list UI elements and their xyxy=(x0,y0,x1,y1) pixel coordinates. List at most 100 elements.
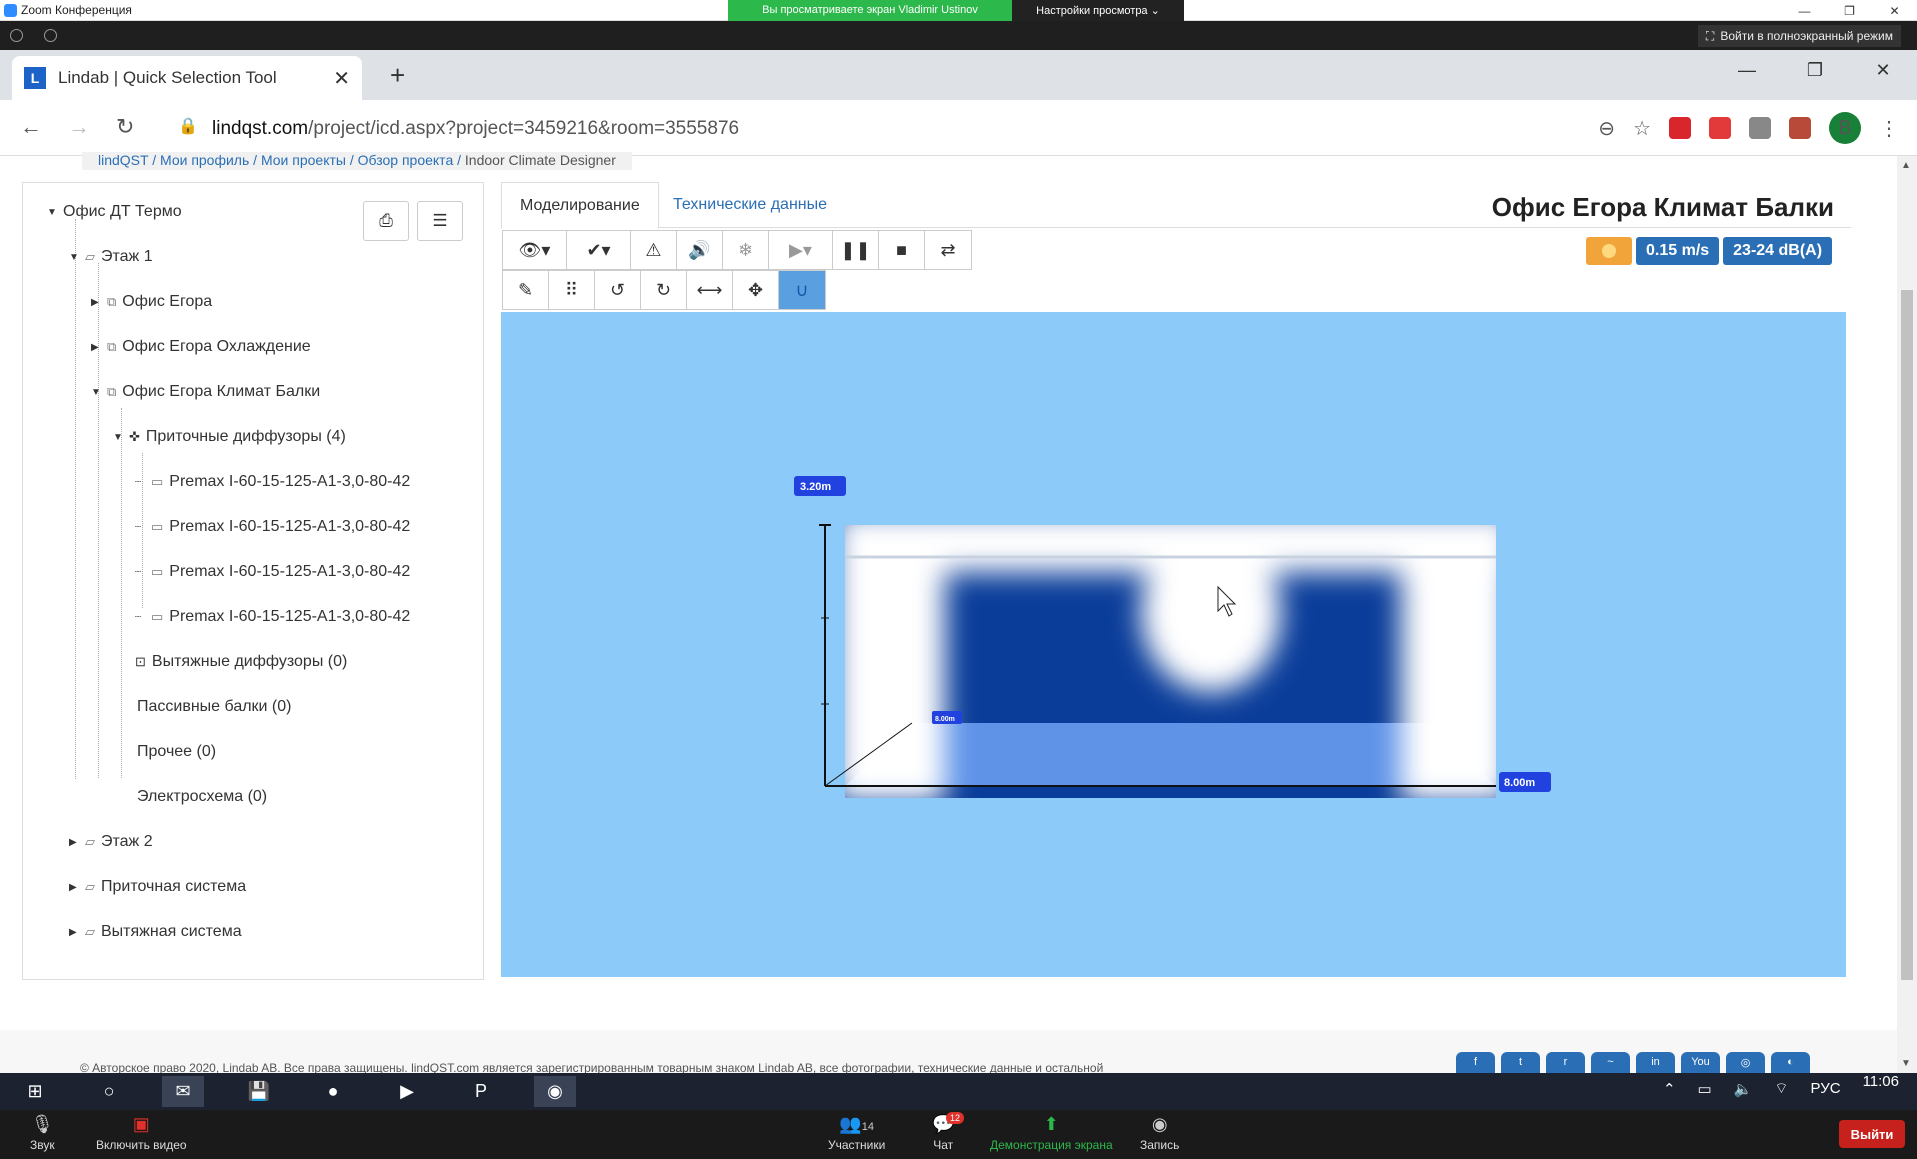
fullscreen-button[interactable]: ⛶ Войти в полноэкранный режим xyxy=(1697,25,1901,47)
rotate-cw-button[interactable]: ↻ xyxy=(641,271,687,309)
warning-button[interactable]: ⚠ xyxy=(631,231,677,269)
chrome-icon[interactable]: ◉ xyxy=(534,1076,576,1107)
extension-icon[interactable] xyxy=(1669,117,1691,139)
tree-node-floor[interactable]: ▶ ▱ Этаж 2 xyxy=(69,833,153,851)
tree-node-passive[interactable]: Пассивные балки (0) xyxy=(137,698,291,716)
tray-expand-icon[interactable]: ⌃ xyxy=(1663,1080,1676,1098)
resize-button[interactable]: ⟷ xyxy=(687,271,733,309)
expand-icon[interactable]: ▶ xyxy=(69,882,79,893)
clock[interactable]: 11:06 xyxy=(1863,1073,1899,1090)
tree-node-electrical[interactable]: Электросхема (0) xyxy=(137,788,267,806)
search-icon[interactable]: ○ xyxy=(88,1076,130,1107)
view-dropdown-button[interactable]: 👁▾ xyxy=(503,231,567,269)
forward-icon[interactable]: → xyxy=(68,114,90,140)
tree-node-other[interactable]: Прочее (0) xyxy=(137,743,216,761)
expand-icon[interactable]: ▶ xyxy=(69,837,79,848)
zoom-out-icon[interactable]: ⊖ xyxy=(1598,116,1615,141)
cooling-button[interactable]: ❄ xyxy=(723,231,769,269)
tree-node-system[interactable]: ▶ ▱ Приточная система xyxy=(69,878,246,896)
shield-icon[interactable] xyxy=(44,29,57,42)
tree-node-system[interactable]: ▶ ▱ Вытяжная система xyxy=(69,923,242,941)
restore-icon[interactable]: ❐ xyxy=(1827,0,1872,21)
tab-technical-data[interactable]: Технические данные xyxy=(673,196,827,214)
rss-icon[interactable]: r xyxy=(1546,1052,1585,1074)
move-button[interactable]: ✥ xyxy=(733,271,779,309)
chat-button[interactable]: 💬 12 Чат xyxy=(932,1112,965,1152)
youtube-icon[interactable]: You xyxy=(1681,1052,1720,1074)
tree-node-exhaust[interactable]: ⊡ Вытяжные диффузоры (0) xyxy=(135,653,347,671)
battery-icon[interactable]: ▭ xyxy=(1698,1080,1712,1098)
network-icon[interactable]: ⌔ xyxy=(1774,1079,1788,1098)
back-icon[interactable]: ← xyxy=(20,114,42,140)
tree-node-supply[interactable]: ▼ ✜ Приточные диффузоры (4) xyxy=(113,428,346,446)
tree-node-product[interactable]: ┈ ▭ Premax I-60-15-125-A1-3,0-80-42 xyxy=(135,563,410,581)
expand-icon[interactable]: ▶ xyxy=(91,342,101,353)
minimize-icon[interactable]: — xyxy=(1782,0,1827,21)
language-indicator[interactable]: РУС xyxy=(1811,1080,1841,1097)
browser-tab[interactable]: L Lindab | Quick Selection Tool ✕ xyxy=(12,56,362,100)
rotate-ccw-button[interactable]: ↺ xyxy=(595,271,641,309)
tree-node-product[interactable]: ┈ ▭ Premax I-60-15-125-A1-3,0-80-42 xyxy=(135,473,410,491)
close-icon[interactable]: ✕ xyxy=(1849,50,1917,90)
scroll-down-icon[interactable]: ▼ xyxy=(1901,1058,1911,1069)
lock-icon[interactable]: 🔒 xyxy=(178,116,198,136)
twitter-icon[interactable]: t xyxy=(1501,1052,1540,1074)
new-tab-icon[interactable]: + xyxy=(390,60,405,91)
outlook-icon[interactable]: ✉ xyxy=(162,1076,204,1107)
extension-icon[interactable] xyxy=(1749,117,1771,139)
pause-button[interactable]: ❚❚ xyxy=(833,231,879,269)
volume-icon[interactable]: 🔈 xyxy=(1734,1080,1753,1098)
participants-button[interactable]: 👥14 Участники xyxy=(828,1114,885,1152)
edit-button[interactable]: ✎ xyxy=(503,271,549,309)
leave-button[interactable]: Выйти xyxy=(1839,1120,1905,1148)
page-scrollbar[interactable]: ▲ ▼ xyxy=(1897,156,1917,1073)
menu-icon[interactable]: ⋮ xyxy=(1879,116,1899,141)
collapse-icon[interactable]: ▼ xyxy=(113,432,123,443)
stop-button[interactable]: ■ xyxy=(879,231,925,269)
restore-icon[interactable]: ❐ xyxy=(1781,50,1849,90)
close-tab-icon[interactable]: ✕ xyxy=(333,66,350,91)
swap-button[interactable]: ⇄ xyxy=(925,231,971,269)
video-button[interactable]: ▣ Включить видео xyxy=(96,1114,187,1152)
save-app-icon[interactable]: 💾 xyxy=(238,1076,280,1107)
tab-modeling[interactable]: Моделирование xyxy=(501,182,659,229)
profile-avatar[interactable]: В xyxy=(1829,112,1861,144)
breadcrumb-item[interactable]: Обзор проекта xyxy=(358,152,454,168)
instagram-icon[interactable]: ◎ xyxy=(1726,1052,1765,1074)
tree-node-product[interactable]: ┈ ▭ Premax I-60-15-125-A1-3,0-80-42 xyxy=(135,608,410,626)
record-button[interactable]: ◉ Запись xyxy=(1140,1114,1179,1152)
extension-icon[interactable] xyxy=(1789,117,1811,139)
scroll-up-icon[interactable]: ▲ xyxy=(1901,160,1911,171)
tree-node-product[interactable]: ┈ ▭ Premax I-60-15-125-A1-3,0-80-42 xyxy=(135,518,410,536)
heating-indicator[interactable] xyxy=(1586,237,1632,265)
tree-node-room[interactable]: ▶ ⧉ Офис Егора xyxy=(91,293,212,311)
star-icon[interactable]: ☆ xyxy=(1633,116,1651,141)
facebook-icon[interactable]: f xyxy=(1456,1052,1495,1074)
audio-button[interactable]: 🎙 Звук xyxy=(30,1114,55,1152)
info-icon[interactable] xyxy=(10,29,23,42)
social-icon[interactable]: ◐ xyxy=(1771,1052,1810,1074)
expand-icon[interactable]: ▶ xyxy=(91,297,101,308)
extension-icon[interactable] xyxy=(1709,117,1731,139)
print-button[interactable]: ⎙ xyxy=(363,201,409,241)
minimize-icon[interactable]: — xyxy=(1713,50,1781,90)
breadcrumb-item[interactable]: Мои профиль xyxy=(160,152,249,168)
linkedin-icon[interactable]: in xyxy=(1636,1052,1675,1074)
tree-node-room[interactable]: ▶ ⧉ Офис Егора Охлаждение xyxy=(91,338,311,356)
url-field[interactable]: lindqst.com/project/icd.aspx?project=345… xyxy=(212,118,739,140)
collapse-icon[interactable]: ▼ xyxy=(91,387,101,398)
tree-node-room[interactable]: ▼ ⧉ Офис Егора Климат Балки xyxy=(91,383,320,401)
scrollbar-thumb[interactable] xyxy=(1901,290,1913,980)
zoom-app-icon[interactable]: ▶ xyxy=(386,1076,428,1107)
reload-icon[interactable]: ↻ xyxy=(116,114,134,140)
sound-button[interactable]: 🔊 xyxy=(677,231,723,269)
breadcrumb-item[interactable]: Мои проекты xyxy=(261,152,346,168)
magnet-button[interactable]: ∪ xyxy=(779,271,825,309)
close-icon[interactable]: ✕ xyxy=(1872,0,1917,21)
room-3d-drawing[interactable]: 3.20m 8.00m 8.00m xyxy=(501,312,1846,977)
tree-node-floor[interactable]: ▼ ▱ Этаж 1 xyxy=(69,248,153,266)
menu-button[interactable]: ☰ xyxy=(417,201,463,241)
play-dropdown-button[interactable]: ▶▾ xyxy=(769,231,833,269)
grid-button[interactable]: ⠿ xyxy=(549,271,595,309)
room-3d-viewport[interactable]: 3.20m 8.00m 8.00m xyxy=(501,312,1846,977)
